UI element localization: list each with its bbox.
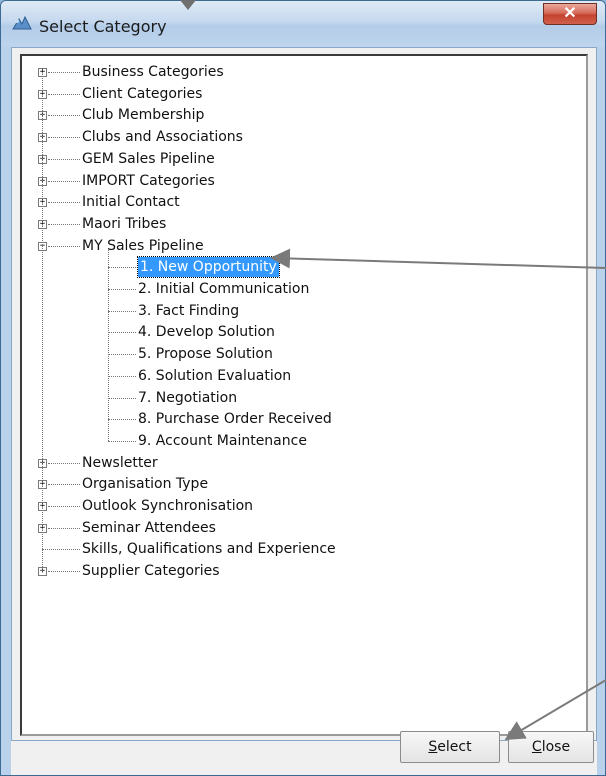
tree-subitem-label: 6. Solution Evaluation (138, 367, 292, 384)
tree-item-clubs-and-associations[interactable]: + Clubs and Associations (22, 127, 582, 147)
tree-subitem-6[interactable]: 6. Solution Evaluation (22, 366, 582, 386)
tree-subitem-7[interactable]: 7. Negotiation (22, 388, 582, 408)
tree-subitem-4[interactable]: 4. Develop Solution (22, 322, 582, 342)
tree-item-seminar-attendees[interactable]: + Seminar Attendees (22, 518, 582, 538)
select-label: elect (437, 739, 472, 755)
close-mnemonic: C (531, 739, 542, 755)
tree-item-label: Supplier Categories (82, 563, 220, 580)
select-category-dialog: Select Category ✕ + Business Categories + C… (0, 0, 606, 776)
window-title: Select Category (39, 17, 167, 36)
tree-item-maori-tribes[interactable]: + Maori Tribes (22, 214, 582, 234)
select-button[interactable]: Select (400, 731, 500, 763)
tree-subitem-label: 7. Negotiation (138, 389, 238, 406)
tree-subitem-1[interactable]: 1. New Opportunity (22, 256, 582, 279)
tree-subitem-label: 3. Fact Finding (138, 302, 240, 319)
tree-connector (48, 93, 80, 95)
tree-item-label: Organisation Type (82, 476, 209, 493)
select-mnemonic: S (428, 739, 438, 755)
tree-connector (48, 223, 80, 225)
tree-item-my-sales-pipeline[interactable]: − MY Sales Pipeline (22, 236, 582, 256)
tree-connector (48, 506, 80, 507)
tree-connector (108, 375, 136, 377)
tree-connector (48, 158, 80, 160)
tree-connector (48, 462, 80, 464)
tree-item-initial-contact[interactable]: + Initial Contact (22, 192, 582, 212)
tree-connector (42, 549, 80, 551)
tree-item-import-categories[interactable]: + IMPORT Categories (22, 171, 582, 191)
tree-item-outlook-synchronisation[interactable]: + Outlook Synchronisation (22, 496, 582, 516)
tree-item-client-categories[interactable]: + Client Categories (22, 84, 582, 104)
tree-item-label: Seminar Attendees (82, 519, 216, 536)
tree-subitem-8[interactable]: 8. Purchase Order Received (22, 409, 582, 429)
tree-item-label: Business Categories (82, 64, 224, 80)
tree-connector (48, 571, 80, 573)
tree-connector (108, 419, 136, 421)
tree-connector (108, 440, 136, 442)
tree-item-label: Newsletter (82, 454, 158, 471)
tree-subitem-3[interactable]: 3. Fact Finding (22, 301, 582, 321)
tree-connector (108, 267, 136, 269)
tree-connector (48, 245, 80, 247)
app-icon (12, 15, 32, 30)
tree-subitem-label: 5. Propose Solution (138, 346, 273, 363)
tree-child-connector (108, 249, 109, 441)
tree-subitem-label: 9. Account Maintenance (138, 432, 307, 449)
tree-item-label: Skills, Qualifications and Experience (82, 541, 336, 558)
close-window-button[interactable]: ✕ (543, 3, 597, 25)
dialog-body: + Business Categories + Client Categories + C… (11, 47, 597, 741)
tree-subitem-label: 4. Develop Solution (138, 324, 275, 341)
tree-item-label: Club Membership (82, 107, 205, 124)
tree-item-skills-qualifications-and-experience[interactable]: Skills, Qualifications and Experience (22, 539, 582, 559)
category-tree[interactable]: + Business Categories + Client Categories + C… (20, 54, 588, 736)
title-bar[interactable]: Select Category ✕ (1, 1, 605, 47)
tree-connector (108, 397, 136, 399)
tree-connector (48, 137, 80, 139)
tree-item-label: Client Categories (82, 85, 203, 102)
tree-item-gem-sales-pipeline[interactable]: + GEM Sales Pipeline (22, 149, 582, 169)
tree-item-label: Clubs and Associations (82, 129, 243, 146)
tree-connector (108, 332, 136, 334)
tree-item-label: MY Sales Pipeline (82, 237, 204, 254)
tree-connector (48, 180, 80, 182)
tree-connector (48, 202, 80, 204)
tree-item-label: GEM Sales Pipeline (82, 150, 215, 167)
tree-item-organisation-type[interactable]: + Organisation Type (22, 474, 582, 494)
tree-item-label: Outlook Synchronisation (82, 498, 254, 514)
tree-subitem-9[interactable]: 9. Account Maintenance (22, 431, 582, 451)
tree-subitem-label: 8. Purchase Order Received (138, 411, 332, 428)
tree-item-business-categories[interactable]: + Business Categories (22, 62, 582, 82)
close-icon: ✕ (563, 5, 577, 22)
tree-connector (108, 354, 136, 356)
tree-subitem-5[interactable]: 5. Propose Solution (22, 344, 582, 364)
tree-connector (108, 310, 136, 312)
tree-item-club-membership[interactable]: + Club Membership (22, 105, 582, 125)
tree-subitem-2[interactable]: 2. Initial Communication (22, 279, 582, 299)
close-label: lose (541, 739, 571, 755)
tree-item-newsletter[interactable]: + Newsletter (22, 453, 582, 473)
tree-connector (48, 484, 80, 486)
tree-subitem-label-selected: 1. New Opportunity (137, 256, 280, 279)
tree-connector (48, 527, 80, 529)
tree-root-connector (42, 72, 43, 572)
tree-item-label: Maori Tribes (82, 215, 167, 232)
tree-connector (108, 289, 136, 290)
tree-item-label: Initial Contact (82, 194, 180, 211)
tree-subitem-label: 2. Initial Communication (138, 281, 310, 297)
tree-connector (48, 72, 80, 73)
tree-item-supplier-categories[interactable]: + Supplier Categories (22, 561, 582, 581)
tree-item-label: IMPORT Categories (82, 172, 215, 189)
tree-connector (48, 115, 80, 117)
close-button[interactable]: Close (508, 731, 594, 763)
